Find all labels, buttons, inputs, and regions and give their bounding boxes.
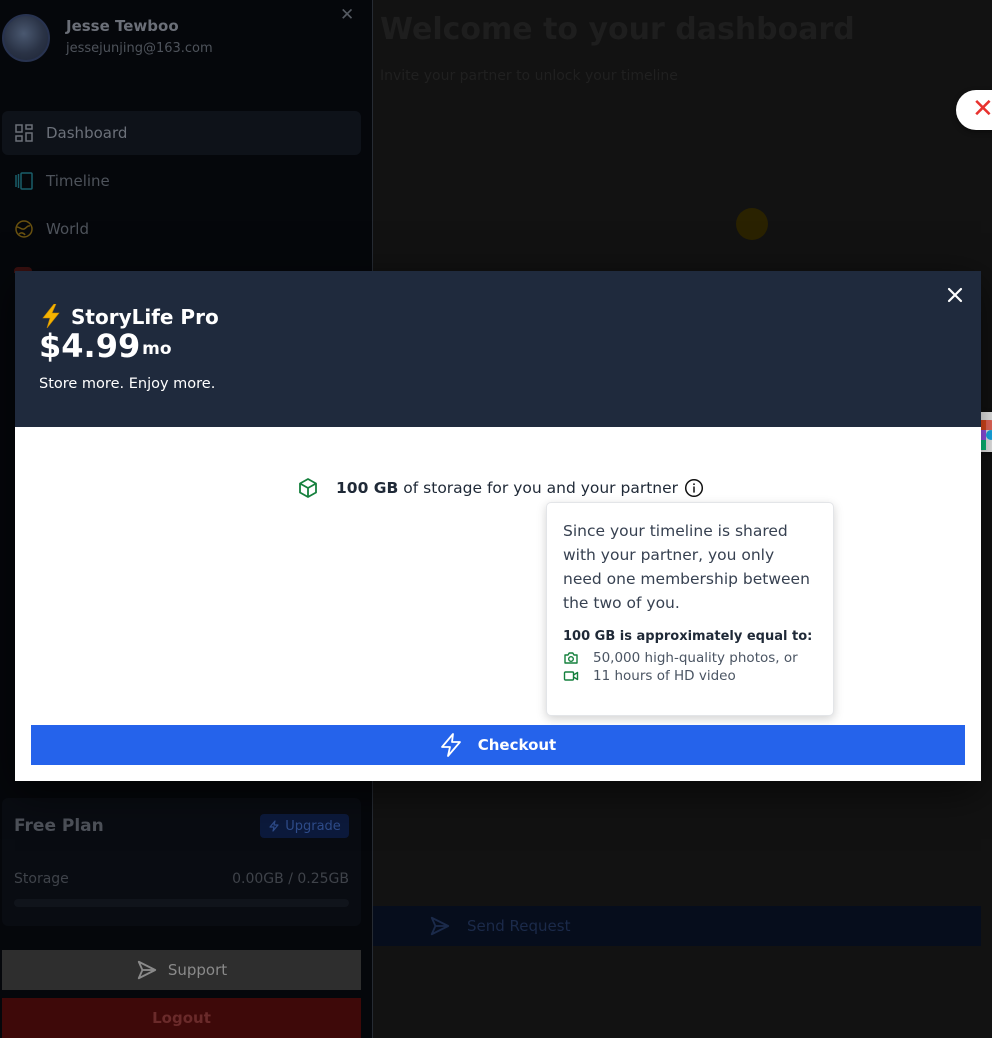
sidebar-close-icon[interactable]: ✕ <box>340 5 354 25</box>
upgrade-modal: StoryLife Pro $4.99 / mo Store more. Enj… <box>15 271 981 781</box>
sidebar-item-label: Dashboard <box>46 124 128 142</box>
send-icon <box>430 916 450 936</box>
timeline-icon <box>15 172 33 190</box>
x-logo-icon: ✕ <box>972 94 992 124</box>
lightning-emoji-icon <box>42 304 60 328</box>
logout-label: Logout <box>152 1009 211 1027</box>
plan-price: $4.99 <box>39 327 141 365</box>
storage-progress-bar <box>14 899 349 907</box>
upgrade-label: Upgrade <box>285 818 341 834</box>
plan-title: Free Plan <box>14 816 104 836</box>
plan-name: StoryLife Pro <box>71 305 219 329</box>
tooltip-item-photos: 50,000 high-quality photos, or <box>563 650 817 666</box>
storage-description: of storage for you and your partner <box>403 479 679 497</box>
avatar[interactable] <box>2 14 50 62</box>
bolt-icon <box>440 733 461 757</box>
close-icon <box>947 287 963 303</box>
storage-tooltip: Since your timeline is shared with your … <box>546 502 834 716</box>
checkout-button[interactable]: Checkout <box>31 725 965 765</box>
sidebar-item-label: World <box>46 220 89 238</box>
send-request-button[interactable]: Send Request <box>373 906 981 946</box>
send-request-label: Send Request <box>467 917 571 935</box>
storage-value: 0.00GB / 0.25GB <box>232 871 349 887</box>
sidebar-item-dashboard[interactable]: Dashboard <box>2 111 361 155</box>
cube-icon <box>299 478 317 498</box>
sidebar-item-label: Timeline <box>46 172 110 190</box>
storage-amount: 100 GB <box>336 479 399 497</box>
bolt-icon <box>269 820 279 832</box>
welcome-subtitle: Invite your partner to unlock your timel… <box>380 68 678 84</box>
storage-label: Storage <box>14 871 69 887</box>
figma-logo-part <box>986 430 992 440</box>
user-name: Jesse Tewboo <box>66 17 179 35</box>
support-label: Support <box>167 961 228 979</box>
tooltip-item-video: 11 hours of HD video <box>563 668 817 684</box>
welcome-title: Welcome to your dashboard <box>380 12 855 47</box>
camera-icon <box>564 652 578 664</box>
modal-close-button[interactable] <box>945 285 965 305</box>
globe-icon <box>15 220 33 238</box>
tooltip-item-label: 11 hours of HD video <box>593 668 736 684</box>
upgrade-button[interactable]: Upgrade <box>260 814 349 838</box>
user-email: jessejunjing@163.com <box>66 41 213 56</box>
tooltip-item-label: 50,000 high-quality photos, or <box>593 650 798 666</box>
tooltip-text: Since your timeline is shared with your … <box>563 522 810 612</box>
info-icon[interactable] <box>684 478 704 498</box>
video-icon <box>563 671 579 681</box>
price-period: / mo <box>130 339 172 359</box>
checkout-label: Checkout <box>477 736 557 754</box>
sidebar-item-world[interactable]: World <box>2 207 361 251</box>
tooltip-heading: 100 GB is approximately equal to: <box>563 629 813 644</box>
sidebar-item-timeline[interactable]: Timeline <box>2 159 361 203</box>
plan-card: Free Plan Upgrade Storage 0.00GB / 0.25G… <box>2 798 361 926</box>
modal-header: StoryLife Pro $4.99 / mo Store more. Enj… <box>15 271 981 427</box>
grid-icon <box>15 124 33 142</box>
logout-button[interactable]: Logout <box>2 998 361 1038</box>
send-icon <box>137 960 157 980</box>
world-illustration <box>736 208 768 240</box>
storage-feature: 100 GB of storage for you and your partn… <box>297 476 704 500</box>
extension-x-badge[interactable]: ✕ <box>956 90 992 130</box>
plan-tagline: Store more. Enjoy more. <box>39 376 216 392</box>
figma-logo-part <box>986 420 992 430</box>
support-button[interactable]: Support <box>2 950 361 990</box>
